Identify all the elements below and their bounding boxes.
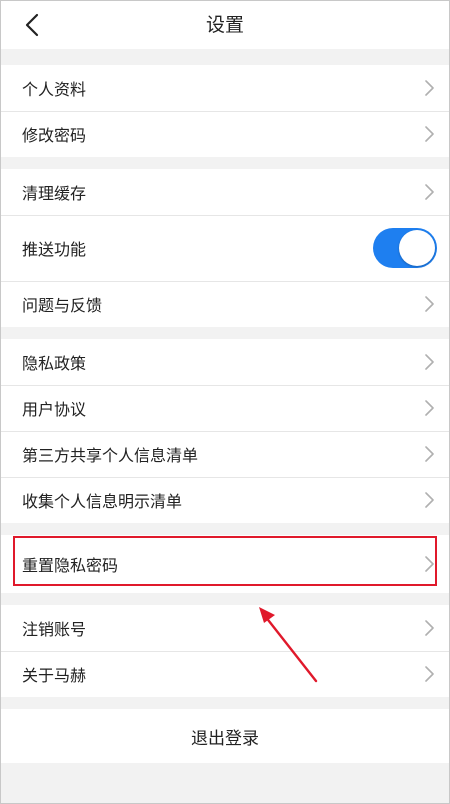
row-reset-privacy-password[interactable]: 重置隐私密码 [1,535,449,593]
chevron-right-icon [423,79,435,97]
chevron-right-icon [423,555,435,573]
row-profile[interactable]: 个人资料 [1,65,449,111]
chevron-right-icon [423,619,435,637]
group-reset: 重置隐私密码 [1,535,449,593]
row-push-notifications: 推送功能 [1,215,449,281]
group-app: 清理缓存 推送功能 问题与反馈 [1,169,449,327]
section-gap [1,523,449,535]
group-account: 注销账号 关于马赫 [1,605,449,697]
row-label: 关于马赫 [22,666,87,685]
section-gap [1,697,449,709]
row-label: 清理缓存 [22,184,87,203]
row-label: 重置隐私密码 [22,556,119,575]
row-delete-account[interactable]: 注销账号 [1,605,449,651]
toggle-knob [399,230,435,266]
chevron-right-icon [423,125,435,143]
section-gap [1,327,449,339]
section-gap [1,53,449,65]
section-gap [1,157,449,169]
row-label: 个人资料 [22,80,87,99]
push-toggle[interactable] [373,228,437,268]
group-profile: 个人资料 修改密码 [1,65,449,157]
row-label: 用户协议 [22,400,87,419]
logout-button[interactable]: 退出登录 [1,709,449,763]
section-gap [1,593,449,605]
row-label: 隐私政策 [22,354,87,373]
row-privacy-policy[interactable]: 隐私政策 [1,339,449,385]
row-label: 推送功能 [22,240,87,259]
chevron-right-icon [423,491,435,509]
chevron-right-icon [423,445,435,463]
row-label: 问题与反馈 [22,296,103,315]
chevron-right-icon [423,665,435,683]
chevron-right-icon [423,183,435,201]
chevron-right-icon [423,353,435,371]
chevron-left-icon [25,13,39,37]
row-label: 注销账号 [22,620,87,639]
row-user-agreement[interactable]: 用户协议 [1,385,449,431]
settings-screen: 设置 个人资料 修改密码 清理缓存 推送功能 问题与反馈 隐私政策 用户协议 第… [0,0,450,804]
group-privacy: 隐私政策 用户协议 第三方共享个人信息清单 收集个人信息明示清单 [1,339,449,523]
row-label: 收集个人信息明示清单 [22,492,183,511]
back-button[interactable] [15,9,49,41]
row-clear-cache[interactable]: 清理缓存 [1,169,449,215]
row-about[interactable]: 关于马赫 [1,651,449,697]
row-label: 第三方共享个人信息清单 [22,446,199,465]
row-feedback[interactable]: 问题与反馈 [1,281,449,327]
chevron-right-icon [423,399,435,417]
row-info-collection-list[interactable]: 收集个人信息明示清单 [1,477,449,523]
row-label: 修改密码 [22,126,87,145]
row-third-party-sharing[interactable]: 第三方共享个人信息清单 [1,431,449,477]
page-title: 设置 [205,14,244,36]
top-bar: 设置 [1,1,449,49]
chevron-right-icon [423,295,435,313]
row-change-password[interactable]: 修改密码 [1,111,449,157]
